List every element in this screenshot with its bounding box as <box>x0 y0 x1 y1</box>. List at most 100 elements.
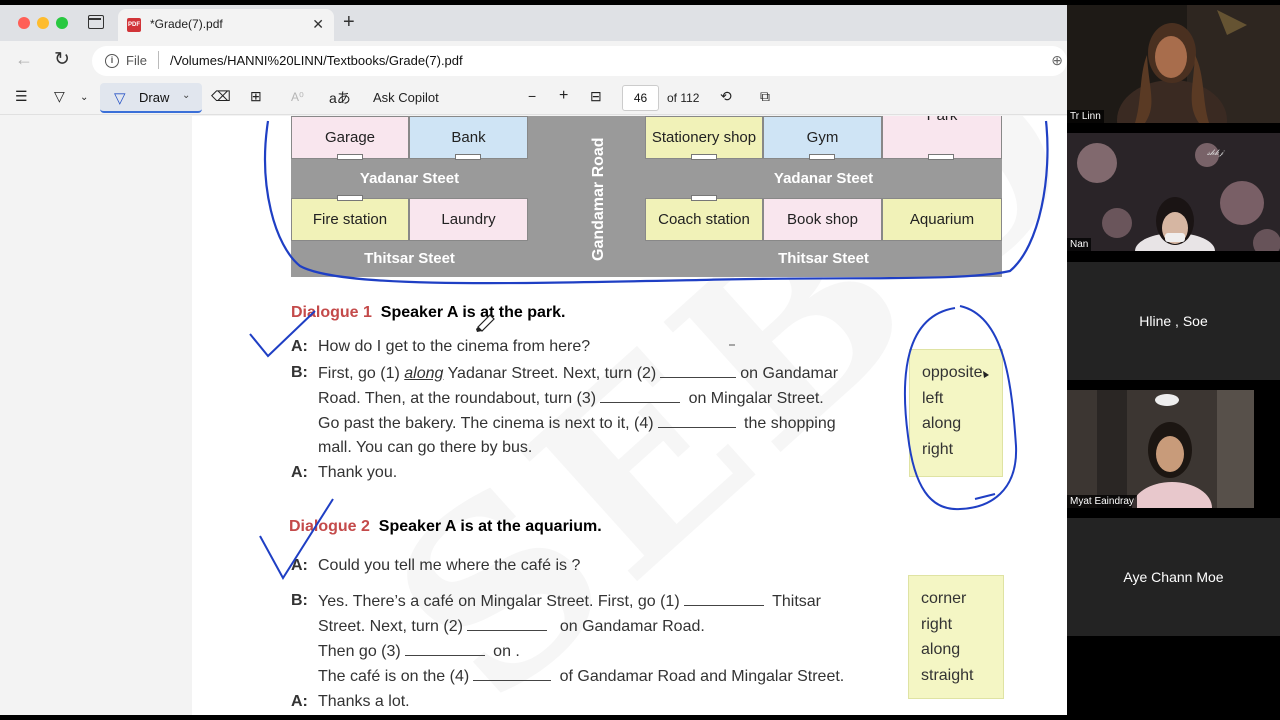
answer-blank <box>683 592 764 606</box>
map-building: Gym <box>763 116 882 159</box>
participant-name: Myat Eaindray <box>1067 495 1137 508</box>
word-option: opposite <box>922 364 983 381</box>
contents-list-icon[interactable]: ☰ <box>15 88 28 105</box>
word-option: corner <box>921 590 967 607</box>
text-style-icon[interactable]: A⁰ <box>291 90 304 104</box>
minimize-window-button[interactable] <box>37 17 49 29</box>
fit-page-icon[interactable]: ⊟ <box>590 88 602 105</box>
line-text: of Gandamar Road and Mingalar Street. <box>559 668 845 685</box>
zoom-out-button[interactable]: − <box>528 88 536 104</box>
participant-tile[interactable]: Hline , Soe <box>1067 262 1280 380</box>
rotate-icon[interactable]: ⟲ <box>720 88 732 105</box>
map-building: Coach station <box>645 198 763 241</box>
map-street-label: Yadanar Steet <box>773 170 874 187</box>
map-building: Book shop <box>763 198 882 241</box>
draw-label: Draw <box>139 90 170 105</box>
speaker-b-label: B: <box>291 592 308 609</box>
map-building: Stationery shop <box>645 116 763 159</box>
map-door <box>928 154 954 160</box>
speaker-a-label: A: <box>291 338 308 355</box>
tab-title: *Grade(7).pdf <box>150 17 223 31</box>
back-arrow-icon[interactable]: ← <box>15 49 33 70</box>
dialogue-line: Thank you. <box>318 464 398 481</box>
dialogue-2-heading: Dialogue 2 Speaker A is at the aquarium. <box>289 518 602 536</box>
tab-actions-icon[interactable] <box>88 15 104 29</box>
url-text[interactable]: /Volumes/HANNI%20LINN/Textbooks/Grade(7)… <box>170 53 463 68</box>
street-map: Garage Bank Stationery shop Gym Park Yad… <box>291 116 1002 277</box>
word-option: straight <box>921 666 974 684</box>
pdf-toolbar: ☰ ▽ ⌄ ▽ Draw ⌄ ⌫ ⊞ A⁰ aあ Ask Copilot − +… <box>0 81 1067 115</box>
line-text: Road. Then, at the roundabout, turn (3) <box>318 390 597 407</box>
word-option: right <box>921 615 953 633</box>
dialogue-line: The café is on the (4) of Gandamar Road … <box>318 667 844 686</box>
read-aloud-translate-icon[interactable]: aあ <box>329 88 351 108</box>
map-door <box>337 195 363 201</box>
url-field[interactable]: i File /Volumes/HANNI%20LINN/Textbooks/G… <box>92 46 1067 76</box>
tab-bar: PDF *Grade(7).pdf ✕ + <box>0 5 1067 41</box>
participant-name: Aye Chann Moe <box>1123 569 1224 585</box>
speaker-a-label: A: <box>291 464 308 481</box>
map-building: Aquarium <box>882 198 1002 241</box>
close-tab-icon[interactable]: ✕ <box>312 16 324 33</box>
answer-blank <box>404 642 485 656</box>
map-building: Laundry <box>409 198 528 241</box>
dialogue-1-title: Speaker A is at the park. <box>380 304 566 321</box>
page-view-icon[interactable]: ⧉ <box>760 88 770 105</box>
text-box-icon[interactable]: ⊞ <box>250 88 262 105</box>
participant-video <box>1067 390 1280 508</box>
line-text: on . <box>493 643 520 660</box>
dialogue-1-label: Dialogue 1 <box>291 304 372 321</box>
line-text: Yadanar Street. Next, turn (2) <box>447 365 657 382</box>
highlight-icon[interactable]: ▽ <box>54 88 65 105</box>
address-bar: ← ↻ i File /Volumes/HANNI%20LINN/Textboo… <box>0 41 1067 81</box>
close-window-button[interactable] <box>18 17 30 29</box>
participant-tile[interactable]: Tr Linn <box>1067 5 1280 123</box>
speaker-b-label: B: <box>291 364 308 381</box>
pdf-page: SEBO Garage Bank Stationery shop Gym Par… <box>192 116 1067 715</box>
pen-icon: ▽ <box>114 90 126 107</box>
dialogue-1-heading: Dialogue 1 Speaker A is at the park. <box>291 304 565 322</box>
line-text: Street. Next, turn (2) <box>318 618 463 635</box>
map-building: Bank <box>409 116 528 159</box>
answer-blank <box>600 389 681 403</box>
map-building: Fire station <box>291 198 409 241</box>
info-icon[interactable]: i <box>105 54 119 68</box>
dialogue-line: Could you tell me where the café is ? <box>318 557 581 574</box>
line-text: The café is on the (4) <box>318 668 470 685</box>
participant-tile[interactable]: Myat Eaindray <box>1067 390 1280 508</box>
line-text: on Mingalar Street. <box>688 390 824 407</box>
speaker-a-label: A: <box>291 693 308 710</box>
eraser-icon[interactable]: ⌫ <box>211 88 231 105</box>
line-text: the shopping <box>744 415 836 432</box>
highlight-chevron-down-icon[interactable]: ⌄ <box>80 92 88 103</box>
zoom-in-button[interactable]: + <box>559 87 568 105</box>
new-tab-icon[interactable]: + <box>343 11 355 34</box>
document-viewport[interactable]: SEBO Garage Bank Stationery shop Gym Par… <box>0 116 1067 715</box>
map-door <box>337 154 363 160</box>
map-door <box>691 154 717 160</box>
word-option: along <box>921 641 961 658</box>
participant-tile[interactable]: Aye Chann Moe <box>1067 518 1280 636</box>
maximize-window-button[interactable] <box>56 17 68 29</box>
speaker-a-label: A: <box>291 557 308 574</box>
draw-button[interactable]: ▽ Draw ⌄ <box>100 83 202 113</box>
url-scheme-label: File <box>126 53 147 68</box>
map-road-label: Gandamar Road <box>590 137 607 261</box>
screen: PDF *Grade(7).pdf ✕ + ← ↻ i File /Volume… <box>0 0 1280 720</box>
dialogue-line: How do I get to the cinema from here? <box>318 338 591 355</box>
map-street-label: Yadanar Steet <box>359 170 460 187</box>
participant-name: Tr Linn <box>1067 110 1104 123</box>
tab-grade7-pdf[interactable]: PDF *Grade(7).pdf ✕ <box>118 9 334 41</box>
dialogue-line: Road. Then, at the roundabout, turn (3) … <box>318 389 824 408</box>
page-number-input[interactable]: 46 <box>622 85 659 111</box>
reload-icon[interactable]: ↻ <box>54 48 70 71</box>
chevron-down-icon[interactable]: ⌄ <box>182 90 190 101</box>
map-street-label: Thitsar Steet <box>778 250 869 267</box>
dialogue-line: Thanks a lot. <box>318 693 410 710</box>
filled-answer: along <box>404 365 444 382</box>
word-option: left <box>922 389 944 407</box>
participant-tile[interactable]: 𝓈𝒽𝓀𝒿 Nan <box>1067 133 1280 251</box>
answer-blank <box>657 414 736 428</box>
zoom-icon[interactable]: ⊕ <box>1051 52 1063 69</box>
ask-copilot-button[interactable]: Ask Copilot <box>373 90 439 105</box>
